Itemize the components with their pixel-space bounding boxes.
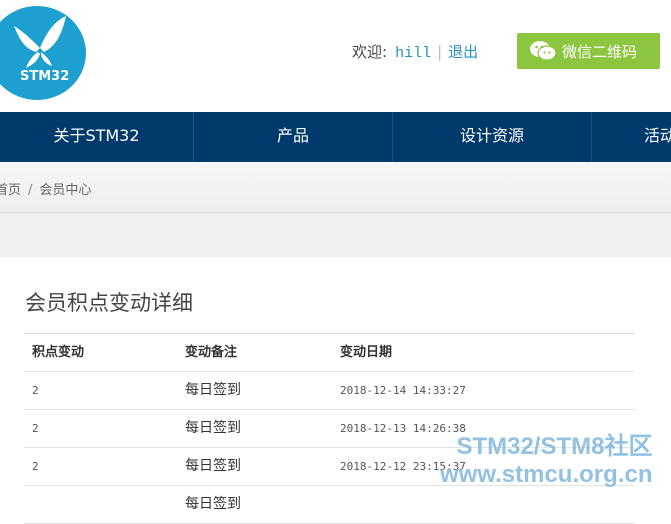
note-cell: 每日签到	[185, 458, 241, 474]
nav-item-events[interactable]: 活动	[644, 112, 671, 162]
logout-link[interactable]: 退出	[448, 43, 478, 61]
username-link[interactable]: hill	[395, 45, 431, 62]
points-cell: 2	[32, 460, 39, 473]
user-area: 欢迎: hill | 退出	[352, 41, 478, 62]
divider: |	[437, 43, 443, 61]
wechat-icon	[530, 41, 557, 61]
breadcrumb-current: 会员中心	[39, 183, 92, 198]
nav-item-design-resources[interactable]: 设计资源	[393, 112, 591, 162]
page-title: 会员积点变动详细	[25, 291, 193, 315]
main-nav: 关于STM32 产品 设计资源 活动	[0, 112, 671, 162]
column-header-note: 变动备注	[185, 345, 238, 360]
site-watermark: STM32/STM8社区 www.stmcu.org.cn	[440, 433, 652, 489]
date-cell: 2018-12-14 14:33:27	[340, 384, 466, 397]
welcome-label: 欢迎:	[352, 43, 388, 61]
watermark-line1: STM32/STM8社区	[456, 433, 653, 460]
points-cell: 2	[32, 422, 39, 435]
gray-band	[0, 213, 671, 257]
table-row: 每日签到	[24, 486, 635, 524]
points-table: 积点变动 变动备注 变动日期 2 每日签到 2018-12-14 14:33:2…	[24, 333, 635, 524]
points-cell: 2	[32, 384, 39, 397]
logo-brand-text: STM32	[20, 69, 70, 84]
breadcrumb-bar: 首页 / 会员中心	[0, 162, 671, 213]
note-cell: 每日签到	[185, 382, 241, 398]
wechat-button-label: 微信二维码	[562, 42, 638, 61]
butterfly-icon	[14, 16, 66, 68]
table-header-row: 积点变动 变动备注 变动日期	[24, 334, 635, 372]
watermark-line2: www.stmcu.org.cn	[440, 461, 653, 488]
table-row: 2 每日签到 2018-12-14 14:33:27	[24, 372, 635, 410]
column-header-points: 积点变动	[32, 345, 85, 360]
breadcrumb-separator: /	[28, 183, 33, 198]
column-header-date: 变动日期	[340, 345, 393, 360]
breadcrumb: 首页 / 会员中心	[0, 179, 91, 198]
stm32-logo[interactable]: STM32	[0, 6, 86, 100]
nav-divider	[591, 112, 592, 162]
wechat-qr-button[interactable]: 微信二维码	[517, 33, 660, 69]
nav-item-products[interactable]: 产品	[194, 112, 392, 162]
note-cell: 每日签到	[185, 420, 241, 436]
note-cell: 每日签到	[185, 496, 241, 512]
breadcrumb-home-link[interactable]: 首页	[0, 183, 21, 198]
nav-item-about-stm32[interactable]: 关于STM32	[0, 112, 193, 162]
